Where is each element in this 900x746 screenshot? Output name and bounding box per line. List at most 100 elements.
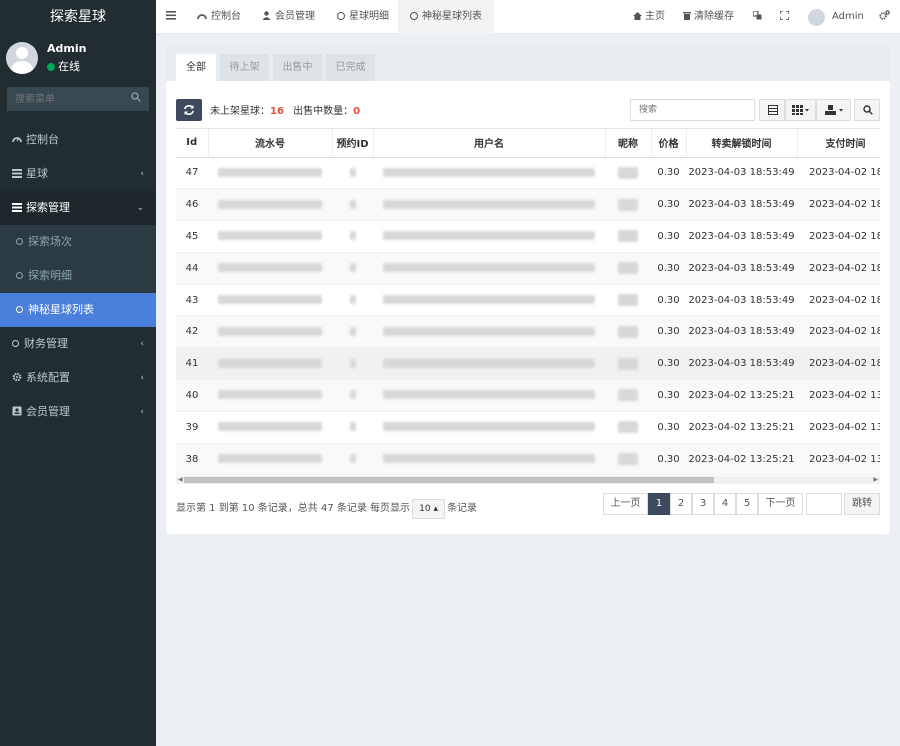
table-row[interactable]: 44 0.30 2023-04-03 18:53:49 2023-04-02 18:: [176, 252, 880, 285]
column-header-serial[interactable]: 流水号: [208, 129, 333, 158]
cell-username: [373, 379, 605, 412]
column-header-reservation-id[interactable]: 预约ID: [332, 129, 374, 158]
tab-dashboard[interactable]: 控制台: [197, 0, 241, 34]
export-icon: [825, 105, 843, 115]
page-button-2[interactable]: 2: [670, 493, 692, 515]
page-button-5[interactable]: 5: [736, 493, 758, 515]
online-status: 在线: [47, 58, 80, 74]
tab-all[interactable]: 全部: [176, 54, 216, 81]
scrollbar-thumb[interactable]: [184, 477, 714, 483]
prev-page-button[interactable]: 上一页: [603, 493, 648, 515]
sidebar-search-input[interactable]: [7, 87, 117, 111]
tab-mystery-planet-list[interactable]: 神秘星球列表: [398, 0, 494, 34]
avatar[interactable]: [808, 9, 825, 26]
sidebar-item-label: 星球: [26, 167, 48, 180]
menu-toggle-icon[interactable]: [166, 0, 176, 34]
sidebar-item-explore-sessions[interactable]: 探索场次: [0, 225, 156, 259]
tab-planet-details[interactable]: 星球明细: [337, 0, 389, 34]
cell-username: [373, 188, 605, 222]
summary-counts: 未上架星球：16 出售中数量：0: [210, 102, 360, 117]
page-button-3[interactable]: 3: [692, 493, 714, 515]
cell-price: 0.30: [651, 220, 686, 253]
sidebar-item-member-management[interactable]: 会员管理 ‹: [0, 395, 156, 429]
cell-paid-time: 2023-04-02 18:: [797, 252, 880, 285]
brand-logo[interactable]: 探索星球: [0, 0, 156, 34]
table-row[interactable]: 47 0.30 2023-04-03 18:53:49 2023-04-02 18:: [176, 157, 880, 190]
table-row[interactable]: 40 0.30 2023-04-02 13:25:21 2023-04-02 13:: [176, 379, 880, 412]
tab-member-management[interactable]: 会员管理: [262, 0, 315, 34]
fullscreen-icon[interactable]: [779, 0, 790, 34]
sidebar-item-planet[interactable]: 星球 ‹: [0, 157, 156, 191]
scroll-right-icon[interactable]: ▶: [873, 476, 878, 484]
user-panel: Admin 在线: [0, 34, 156, 82]
tab-pending-listing[interactable]: 待上架: [220, 54, 269, 81]
admin-menu[interactable]: Admin: [832, 0, 864, 34]
cell-paid-time: 2023-04-02 18:: [797, 284, 880, 317]
cell-serial: [208, 188, 332, 222]
cell-id: 43: [176, 284, 208, 317]
jump-button[interactable]: 跳转: [844, 493, 880, 515]
table-search-input[interactable]: [630, 99, 755, 121]
sidebar-item-explore-details[interactable]: 探索明细: [0, 259, 156, 293]
column-header-username[interactable]: 用户名: [373, 129, 606, 158]
column-header-paid-time[interactable]: 支付时间: [797, 129, 880, 158]
cell-serial: [208, 252, 332, 285]
chevron-left-icon: ‹: [140, 407, 144, 417]
clear-cache-button[interactable]: 清除缓存: [683, 0, 734, 34]
table-row[interactable]: 38 0.30 2023-04-02 13:25:21 2023-04-02 13:: [176, 443, 880, 476]
export-button[interactable]: [816, 99, 851, 121]
sidebar-item-dashboard[interactable]: 控制台: [0, 123, 156, 157]
table-row[interactable]: 39 0.30 2023-04-02 13:25:21 2023-04-02 13:: [176, 411, 880, 444]
settings-icon[interactable]: [879, 0, 890, 34]
selling-label: 出售中数量：: [293, 106, 354, 117]
tab-completed[interactable]: 已完成: [326, 54, 375, 81]
sidebar-item-label: 探索场次: [28, 235, 72, 248]
column-header-unlock-time[interactable]: 转卖解锁时间: [686, 129, 798, 158]
cell-price: 0.30: [651, 443, 686, 476]
sidebar-item-explore-management[interactable]: 探索管理 ⌄: [0, 191, 156, 225]
jump-page-input[interactable]: [806, 493, 842, 515]
data-table-container: Id 流水号 预约ID 用户名 昵称 价格 转卖解锁时间 支付时间 47 0.30…: [176, 128, 880, 477]
page-size-dropdown[interactable]: 10 ▴: [412, 499, 446, 519]
home-link[interactable]: 主页: [633, 0, 665, 34]
translate-icon[interactable]: [752, 0, 762, 34]
cell-nickname: [605, 252, 651, 285]
columns-button[interactable]: [785, 99, 816, 121]
refresh-button[interactable]: [176, 99, 202, 121]
table-row[interactable]: 46 0.30 2023-04-03 18:53:49 2023-04-02 18:: [176, 188, 880, 222]
sidebar: 探索星球 Admin 在线 控制台 星球 ‹ 探索管理 ⌄ 探索场次 探索明细 神秘…: [0, 0, 156, 746]
cell-price: 0.30: [651, 347, 686, 381]
page-button-1[interactable]: 1: [648, 493, 670, 515]
next-page-button[interactable]: 下一页: [758, 493, 803, 515]
cell-unlock-time: 2023-04-02 13:25:21: [686, 443, 797, 476]
cell-serial: [208, 157, 332, 190]
cell-price: 0.30: [651, 315, 686, 349]
cell-id: 41: [176, 347, 208, 381]
sidebar-item-mystery-planet-list[interactable]: 神秘星球列表: [0, 293, 156, 327]
pagination-info-text: 显示第 1 到第 10 条记录，总共 47 条记录 每页显示: [176, 503, 411, 514]
circle-icon: [16, 272, 23, 279]
search-button[interactable]: [854, 99, 880, 121]
table-row[interactable]: 45 0.30 2023-04-03 18:53:49 2023-04-02 18:: [176, 220, 880, 253]
page-button-4[interactable]: 4: [714, 493, 736, 515]
table-row[interactable]: 41 0.30 2023-04-03 18:53:49 2023-04-02 18:: [176, 347, 880, 381]
sidebar-item-finance[interactable]: 财务管理 ‹: [0, 327, 156, 361]
tab-on-sale[interactable]: 出售中: [273, 54, 322, 81]
cell-paid-time: 2023-04-02 18:: [797, 315, 880, 349]
table-row[interactable]: 42 0.30 2023-04-03 18:53:49 2023-04-02 18:: [176, 315, 880, 349]
toggle-view-button[interactable]: [759, 99, 785, 121]
cell-reservation-id: [332, 379, 373, 412]
status-tabs: 全部 待上架 出售中 已完成: [166, 44, 890, 81]
cell-unlock-time: 2023-04-03 18:53:49: [686, 315, 797, 349]
horizontal-scrollbar[interactable]: ◀ ▶: [176, 476, 880, 484]
sidebar-item-system-config[interactable]: 系统配置 ‹: [0, 361, 156, 395]
column-header-price[interactable]: 价格: [651, 129, 687, 158]
search-icon[interactable]: [131, 92, 141, 102]
table-row[interactable]: 43 0.30 2023-04-03 18:53:49 2023-04-02 18:: [176, 284, 880, 317]
cell-unlock-time: 2023-04-02 13:25:21: [686, 379, 797, 412]
cell-username: [373, 157, 605, 190]
column-header-id[interactable]: Id: [176, 129, 209, 158]
column-header-nickname[interactable]: 昵称: [605, 129, 652, 158]
chevron-left-icon: ‹: [140, 339, 144, 349]
scroll-left-icon[interactable]: ◀: [178, 476, 183, 484]
